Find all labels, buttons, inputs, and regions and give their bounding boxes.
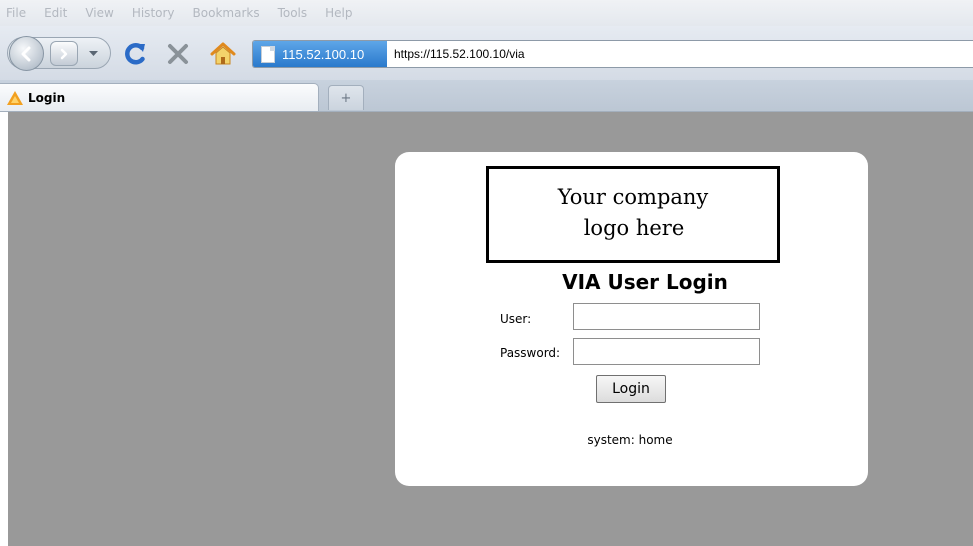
user-label: User: — [500, 312, 532, 326]
logo-line-2: logo here — [583, 216, 685, 240]
tab-login[interactable]: Login — [0, 83, 319, 111]
login-panel: Your company logo here VIA User Login Us… — [395, 152, 868, 486]
tab-strip: Login + — [0, 80, 973, 112]
menu-bookmarks[interactable]: Bookmarks — [193, 6, 260, 20]
logo-line-1: Your company — [557, 185, 709, 209]
menu-help[interactable]: Help — [325, 6, 352, 20]
reload-button[interactable] — [121, 40, 149, 68]
site-identity-button[interactable]: 115.52.100.10 — [253, 41, 387, 67]
window-edge — [0, 112, 8, 546]
home-button[interactable] — [209, 40, 237, 68]
url-text[interactable]: https://115.52.100.10/via — [394, 41, 525, 67]
password-input[interactable] — [573, 338, 760, 365]
site-favicon-icon — [7, 90, 23, 105]
stop-icon — [168, 44, 188, 64]
navigation-toolbar: 115.52.100.10 https://115.52.100.10/via — [0, 26, 973, 80]
home-icon — [210, 42, 236, 65]
menu-view[interactable]: View — [85, 6, 113, 20]
company-logo-placeholder: Your company logo here — [486, 166, 780, 263]
forward-arrow-icon — [60, 48, 68, 59]
stop-button[interactable] — [164, 40, 192, 68]
page-icon — [261, 45, 275, 63]
back-arrow-icon — [21, 46, 30, 61]
plus-icon: + — [340, 90, 352, 106]
menu-bar: File Edit View History Bookmarks Tools H… — [0, 0, 973, 26]
history-dropdown[interactable] — [86, 48, 100, 60]
reload-icon — [125, 43, 145, 65]
menu-tools[interactable]: Tools — [278, 6, 308, 20]
password-label: Password: — [500, 346, 561, 360]
forward-button[interactable] — [50, 41, 78, 66]
menu-history[interactable]: History — [132, 6, 175, 20]
system-info: system: home — [587, 433, 673, 447]
login-button[interactable]: Login — [596, 375, 666, 403]
address-bar[interactable]: 115.52.100.10 https://115.52.100.10/via — [252, 40, 973, 68]
identity-label: 115.52.100.10 — [282, 46, 365, 62]
menu-file[interactable]: File — [6, 6, 26, 20]
tab-label: Login — [28, 90, 66, 105]
menu-edit[interactable]: Edit — [44, 6, 67, 20]
user-input[interactable] — [573, 303, 760, 330]
chevron-down-icon — [88, 51, 98, 56]
back-button[interactable] — [9, 36, 44, 71]
new-tab-button[interactable]: + — [328, 85, 364, 110]
login-title: VIA User Login — [562, 270, 728, 294]
